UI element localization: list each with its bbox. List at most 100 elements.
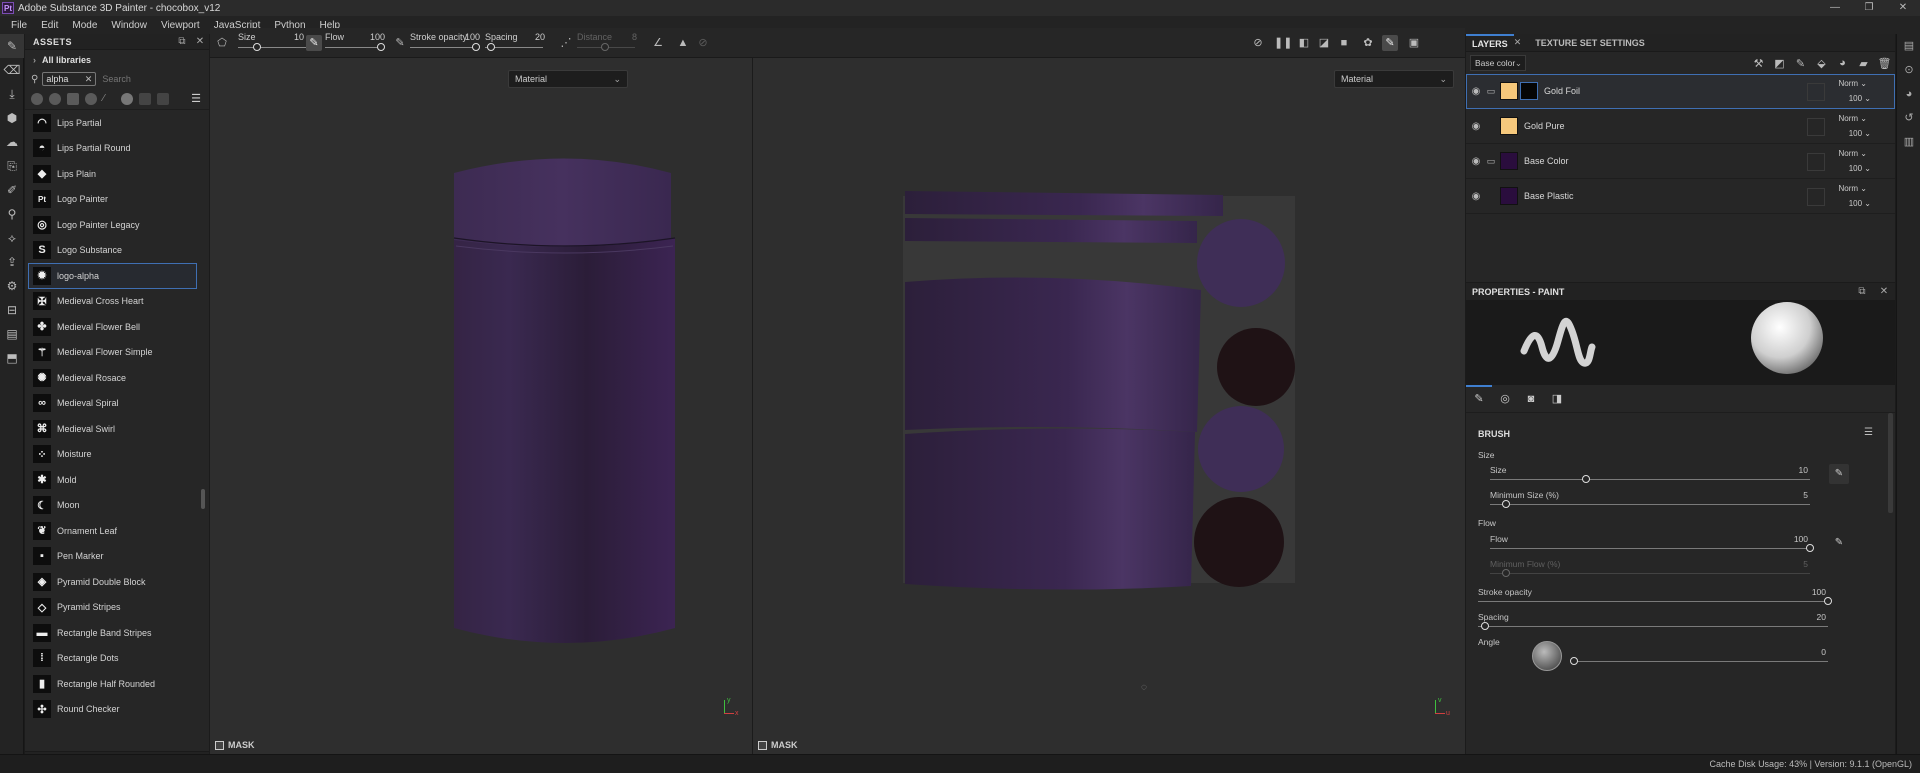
mask-checkbox-3d[interactable] bbox=[215, 740, 224, 750]
smart-mask-filter-icon[interactable] bbox=[85, 92, 97, 105]
flow-slider-knob[interactable] bbox=[377, 43, 385, 51]
visibility-eye-icon[interactable]: ◉ bbox=[1468, 191, 1484, 202]
viewport-2d[interactable]: Material ⌄ ◌ u v MASK bbox=[753, 58, 1465, 754]
measure-tool-icon[interactable]: ⚲ bbox=[0, 202, 24, 226]
layer-row[interactable]: ◉ ▭ Base Color Norm ⌄ 100 ⌄ bbox=[1466, 144, 1895, 179]
pause-icon[interactable]: ❚❚ bbox=[1274, 35, 1292, 51]
iray-icon[interactable]: ✿ bbox=[1360, 35, 1376, 51]
layer-row[interactable]: ◉ ▭ Gold Foil Norm ⌄ 100 ⌄ bbox=[1466, 74, 1895, 109]
blend-mode-select[interactable]: Norm ⌄ bbox=[1839, 184, 1868, 193]
spacing-slider-knob[interactable] bbox=[487, 43, 495, 51]
size-slider-knob[interactable] bbox=[253, 43, 261, 51]
asset-list-item[interactable]: ⚚ Medieval Flower Simple bbox=[25, 340, 209, 366]
layers-dock-icon[interactable]: ▤ bbox=[1897, 34, 1920, 58]
display-settings-icon[interactable]: ◪ bbox=[1316, 35, 1332, 51]
add-mask-icon[interactable]: ◩ bbox=[1769, 57, 1790, 70]
layer-row[interactable]: ◉ Gold Pure Norm ⌄ 100 ⌄ bbox=[1466, 109, 1895, 144]
presets-menu-icon[interactable]: ☰ bbox=[1864, 427, 1873, 438]
size-slider[interactable] bbox=[1582, 475, 1590, 483]
hide-uv-icon[interactable]: ⊘ bbox=[1250, 35, 1266, 51]
asset-list-item[interactable]: ◈ Pyramid Double Block bbox=[25, 569, 209, 595]
alpha-tab-icon[interactable]: ◎ bbox=[1492, 385, 1518, 413]
alpha-filter-icon[interactable] bbox=[121, 92, 133, 105]
color-picker-tool-icon[interactable]: ✐ bbox=[0, 178, 24, 202]
close-panel-icon[interactable]: ✕ bbox=[191, 36, 209, 47]
asset-list-item[interactable]: ☾ Moon bbox=[25, 493, 209, 519]
mask-checkbox-2d[interactable] bbox=[758, 740, 767, 750]
smudge-tool-icon[interactable]: ☁ bbox=[0, 130, 24, 154]
angle-slider[interactable] bbox=[1570, 657, 1578, 665]
asset-list-item[interactable]: ⁞ Rectangle Dots bbox=[25, 646, 209, 672]
spacing-control[interactable]: Spacing 20 bbox=[485, 28, 545, 58]
share-icon[interactable]: ⬒ bbox=[0, 346, 24, 370]
layer-opacity[interactable]: 100 ⌄ bbox=[1849, 94, 1871, 103]
texture-filter-icon[interactable] bbox=[67, 92, 79, 105]
close-tab-icon[interactable]: ✕ bbox=[1514, 37, 1522, 48]
asset-list-item[interactable]: ✺ Medieval Rosace bbox=[25, 365, 209, 391]
log-dock-icon[interactable]: ▥ bbox=[1897, 130, 1920, 154]
asset-list-item[interactable]: ◆ Lips Plain bbox=[25, 161, 209, 187]
stroke-opacity-slider[interactable] bbox=[1824, 597, 1832, 605]
properties-scrollbar[interactable] bbox=[1888, 413, 1893, 513]
pen-pressure-size-icon[interactable]: ✎ bbox=[306, 35, 322, 51]
minimize-button[interactable]: — bbox=[1818, 0, 1852, 16]
add-folder-icon[interactable]: ▰ bbox=[1853, 57, 1874, 70]
mask-toggle-2d[interactable]: MASK bbox=[758, 740, 798, 750]
visibility-eye-icon[interactable]: ◉ bbox=[1468, 156, 1484, 167]
clear-tag-icon[interactable]: ✕ bbox=[85, 73, 93, 85]
symmetry-icon[interactable]: ▲ bbox=[675, 35, 691, 51]
paint-mode-icon[interactable]: ✎ bbox=[1382, 35, 1398, 51]
brush-filter-icon[interactable]: ⁄ bbox=[103, 93, 115, 105]
history-dock-icon[interactable]: ↺ bbox=[1897, 106, 1920, 130]
blend-mode-select[interactable]: Norm ⌄ bbox=[1839, 114, 1868, 123]
paint-brush-tool-icon[interactable]: ✎ bbox=[0, 34, 24, 58]
menu-file[interactable]: File bbox=[11, 20, 27, 31]
asset-list-item[interactable]: S Logo Substance bbox=[25, 238, 209, 264]
environment-filter-icon[interactable] bbox=[157, 92, 169, 105]
asset-list-item[interactable]: ◎ Logo Painter Legacy bbox=[25, 212, 209, 238]
layer-effect-slot[interactable] bbox=[1807, 118, 1825, 136]
pen-pressure-flow-icon[interactable]: ✎ bbox=[1829, 533, 1849, 553]
document-icon[interactable]: ▤ bbox=[0, 322, 24, 346]
camera-icon[interactable]: ■ bbox=[1336, 35, 1352, 51]
undock-icon[interactable]: ⧉ bbox=[173, 36, 191, 47]
delete-layer-icon[interactable]: 🗑 bbox=[1874, 57, 1895, 70]
layer-opacity[interactable]: 100 ⌄ bbox=[1849, 129, 1871, 138]
add-paint-layer-icon[interactable]: ✎ bbox=[1790, 57, 1811, 70]
menu-edit[interactable]: Edit bbox=[41, 20, 58, 31]
asset-list-item[interactable]: ▬ Rectangle Band Stripes bbox=[25, 620, 209, 646]
stroke-opacity-control[interactable]: Stroke opacity 100 bbox=[410, 28, 480, 58]
layer-row[interactable]: ◉ Base Plastic Norm ⌄ 100 ⌄ bbox=[1466, 179, 1895, 214]
geometry-fill-tool-icon[interactable]: ⬢ bbox=[0, 106, 24, 130]
layer-effect-slot[interactable] bbox=[1807, 83, 1825, 101]
asset-list-item[interactable]: ⁘ Moisture bbox=[25, 442, 209, 468]
layer-effect-slot[interactable] bbox=[1807, 153, 1825, 171]
blend-mode-select[interactable]: Norm ⌄ bbox=[1839, 149, 1868, 158]
material-filter-icon[interactable] bbox=[31, 92, 43, 105]
layer-opacity[interactable]: 100 ⌄ bbox=[1849, 164, 1871, 173]
asset-list-item[interactable]: ▮ Rectangle Half Rounded bbox=[25, 671, 209, 697]
layer-mask-thumbnail[interactable] bbox=[1520, 82, 1538, 100]
pen-pressure-flow-icon[interactable]: ✎ bbox=[392, 35, 408, 51]
path-tool-icon[interactable]: ⟡ bbox=[0, 226, 24, 250]
asset-list-item[interactable]: ❦ Ornament Leaf bbox=[25, 518, 209, 544]
add-fill-layer-icon[interactable]: ⬙ bbox=[1811, 57, 1832, 70]
symmetry-settings-icon[interactable]: ⊘ bbox=[695, 35, 711, 51]
export-icon[interactable]: ⇪ bbox=[0, 250, 24, 274]
projection-tool-icon[interactable]: ⤓ bbox=[0, 82, 24, 106]
material-tab-icon[interactable]: ◨ bbox=[1544, 385, 1570, 413]
channel-select[interactable]: Base color ⌄ bbox=[1470, 55, 1526, 71]
asset-list-item[interactable]: ◠ Lips Partial bbox=[25, 110, 209, 136]
spacing-slider[interactable] bbox=[1481, 622, 1489, 630]
screenshot-icon[interactable]: ▣ bbox=[1406, 35, 1422, 51]
visibility-eye-icon[interactable]: ◉ bbox=[1468, 121, 1484, 132]
clone-tool-icon[interactable]: ⎘ bbox=[0, 154, 24, 178]
undock-icon[interactable]: ⧉ bbox=[1851, 286, 1873, 297]
asset-list-item[interactable]: ▪ Pen Marker bbox=[25, 544, 209, 570]
search-filter-tag[interactable]: alpha ✕ bbox=[42, 72, 97, 86]
min-size-slider[interactable] bbox=[1502, 500, 1510, 508]
pen-pressure-size-icon[interactable]: ✎ bbox=[1829, 464, 1849, 484]
size-control[interactable]: Size 10 bbox=[238, 28, 308, 58]
layer-effect-slot[interactable] bbox=[1807, 188, 1825, 206]
texture-set-dock-icon[interactable]: ◕ bbox=[1897, 82, 1920, 106]
